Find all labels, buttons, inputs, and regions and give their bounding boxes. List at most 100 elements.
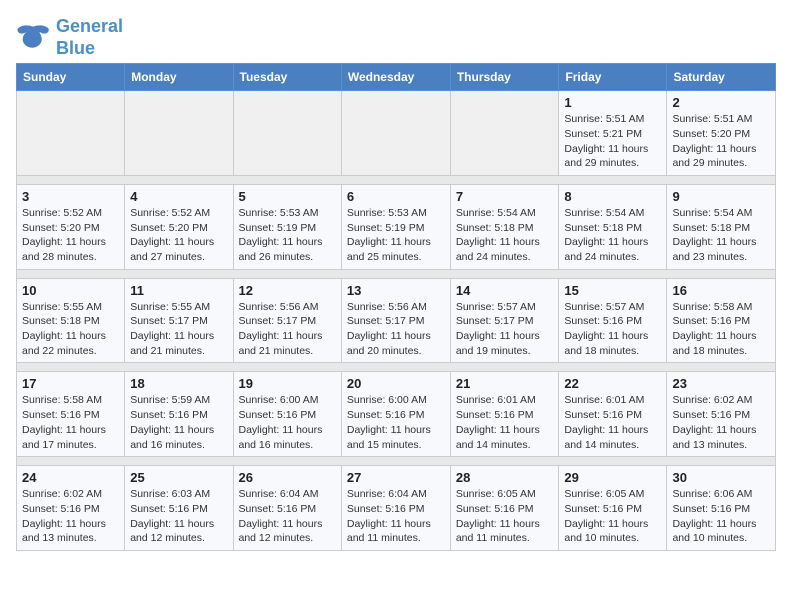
day-info: Sunrise: 6:05 AM Sunset: 5:16 PM Dayligh…	[564, 487, 661, 546]
page-header: General Blue	[16, 16, 776, 59]
day-info: Sunrise: 6:04 AM Sunset: 5:16 PM Dayligh…	[347, 487, 445, 546]
calendar-cell	[17, 91, 125, 176]
day-number: 3	[22, 189, 119, 204]
row-separator	[17, 269, 776, 278]
calendar-cell: 6 Sunrise: 5:53 AM Sunset: 5:19 PM Daylig…	[341, 184, 450, 269]
calendar-cell: 22 Sunrise: 6:01 AM Sunset: 5:16 PM Dayli…	[559, 372, 667, 457]
day-info: Sunrise: 5:57 AM Sunset: 5:16 PM Dayligh…	[564, 300, 661, 359]
calendar-cell: 26Sunrise: 6:04 AM Sunset: 5:16 PM Dayli…	[233, 466, 341, 551]
day-number: 23	[672, 376, 770, 391]
weekday-header: Wednesday	[341, 64, 450, 91]
calendar-cell: 2 Sunrise: 5:51 AM Sunset: 5:20 PM Daylig…	[667, 91, 776, 176]
calendar-cell: 25 Sunrise: 6:03 AM Sunset: 5:16 PM Dayli…	[125, 466, 233, 551]
calendar-cell: 23 Sunrise: 6:02 AM Sunset: 5:16 PM Dayli…	[667, 372, 776, 457]
day-number: 12	[239, 283, 336, 298]
calendar-cell: 4 Sunrise: 5:52 AM Sunset: 5:20 PM Daylig…	[125, 184, 233, 269]
day-info: Sunrise: 5:52 AM Sunset: 5:20 PM Dayligh…	[130, 206, 227, 265]
day-number: 11	[130, 283, 227, 298]
day-info: Sunrise: 6:00 AM Sunset: 5:16 PM Dayligh…	[239, 393, 336, 452]
calendar-week-row: 10 Sunrise: 5:55 AM Sunset: 5:18 PM Dayli…	[17, 278, 776, 363]
day-number: 22	[564, 376, 661, 391]
day-info: Sunrise: 5:53 AM Sunset: 5:19 PM Dayligh…	[239, 206, 336, 265]
day-number: 28	[456, 470, 554, 485]
day-info: Sunrise: 6:02 AM Sunset: 5:16 PM Dayligh…	[672, 393, 770, 452]
day-info: Sunrise: 5:51 AM Sunset: 5:20 PM Dayligh…	[672, 112, 770, 171]
day-info: Sunrise: 5:58 AM Sunset: 5:16 PM Dayligh…	[672, 300, 770, 359]
calendar-week-row: 17Sunrise: 5:58 AM Sunset: 5:16 PM Dayli…	[17, 372, 776, 457]
calendar-cell: 27 Sunrise: 6:04 AM Sunset: 5:16 PM Dayli…	[341, 466, 450, 551]
day-info: Sunrise: 5:52 AM Sunset: 5:20 PM Dayligh…	[22, 206, 119, 265]
calendar-cell	[450, 91, 559, 176]
day-number: 2	[672, 95, 770, 110]
day-number: 9	[672, 189, 770, 204]
day-info: Sunrise: 6:04 AM Sunset: 5:16 PM Dayligh…	[239, 487, 336, 546]
day-number: 13	[347, 283, 445, 298]
day-info: Sunrise: 6:06 AM Sunset: 5:16 PM Dayligh…	[672, 487, 770, 546]
day-info: Sunrise: 5:55 AM Sunset: 5:18 PM Dayligh…	[22, 300, 119, 359]
day-info: Sunrise: 5:55 AM Sunset: 5:17 PM Dayligh…	[130, 300, 227, 359]
day-info: Sunrise: 6:03 AM Sunset: 5:16 PM Dayligh…	[130, 487, 227, 546]
day-number: 27	[347, 470, 445, 485]
calendar-week-row: 24 Sunrise: 6:02 AM Sunset: 5:16 PM Dayli…	[17, 466, 776, 551]
day-number: 21	[456, 376, 554, 391]
day-info: Sunrise: 5:54 AM Sunset: 5:18 PM Dayligh…	[564, 206, 661, 265]
calendar-cell: 12Sunrise: 5:56 AM Sunset: 5:17 PM Dayli…	[233, 278, 341, 363]
weekday-header: Monday	[125, 64, 233, 91]
day-number: 30	[672, 470, 770, 485]
calendar-cell: 17Sunrise: 5:58 AM Sunset: 5:16 PM Dayli…	[17, 372, 125, 457]
calendar-cell: 1 Sunrise: 5:51 AM Sunset: 5:21 PM Daylig…	[559, 91, 667, 176]
day-number: 18	[130, 376, 227, 391]
day-number: 19	[239, 376, 336, 391]
day-info: Sunrise: 6:00 AM Sunset: 5:16 PM Dayligh…	[347, 393, 445, 452]
day-info: Sunrise: 5:51 AM Sunset: 5:21 PM Dayligh…	[564, 112, 661, 171]
calendar-cell: 20 Sunrise: 6:00 AM Sunset: 5:16 PM Dayli…	[341, 372, 450, 457]
calendar-cell: 8 Sunrise: 5:54 AM Sunset: 5:18 PM Daylig…	[559, 184, 667, 269]
day-number: 8	[564, 189, 661, 204]
logo: General Blue	[16, 16, 123, 59]
day-number: 4	[130, 189, 227, 204]
calendar-cell: 15 Sunrise: 5:57 AM Sunset: 5:16 PM Dayli…	[559, 278, 667, 363]
calendar-week-row: 1 Sunrise: 5:51 AM Sunset: 5:21 PM Daylig…	[17, 91, 776, 176]
calendar-cell: 10 Sunrise: 5:55 AM Sunset: 5:18 PM Dayli…	[17, 278, 125, 363]
calendar-cell: 28 Sunrise: 6:05 AM Sunset: 5:16 PM Dayli…	[450, 466, 559, 551]
weekday-header: Saturday	[667, 64, 776, 91]
day-number: 29	[564, 470, 661, 485]
day-number: 24	[22, 470, 119, 485]
day-number: 16	[672, 283, 770, 298]
day-number: 1	[564, 95, 661, 110]
day-number: 6	[347, 189, 445, 204]
calendar-cell: 5Sunrise: 5:53 AM Sunset: 5:19 PM Daylig…	[233, 184, 341, 269]
day-info: Sunrise: 6:02 AM Sunset: 5:16 PM Dayligh…	[22, 487, 119, 546]
calendar-cell	[125, 91, 233, 176]
day-number: 25	[130, 470, 227, 485]
calendar-cell: 24 Sunrise: 6:02 AM Sunset: 5:16 PM Dayli…	[17, 466, 125, 551]
day-info: Sunrise: 5:59 AM Sunset: 5:16 PM Dayligh…	[130, 393, 227, 452]
day-number: 10	[22, 283, 119, 298]
calendar-cell: 29 Sunrise: 6:05 AM Sunset: 5:16 PM Dayli…	[559, 466, 667, 551]
day-info: Sunrise: 5:54 AM Sunset: 5:18 PM Dayligh…	[456, 206, 554, 265]
calendar-cell: 9 Sunrise: 5:54 AM Sunset: 5:18 PM Daylig…	[667, 184, 776, 269]
calendar-cell: 30 Sunrise: 6:06 AM Sunset: 5:16 PM Dayli…	[667, 466, 776, 551]
calendar-cell	[341, 91, 450, 176]
day-number: 20	[347, 376, 445, 391]
day-info: Sunrise: 5:57 AM Sunset: 5:17 PM Dayligh…	[456, 300, 554, 359]
day-info: Sunrise: 6:01 AM Sunset: 5:16 PM Dayligh…	[564, 393, 661, 452]
calendar-table: SundayMondayTuesdayWednesdayThursdayFrid…	[16, 63, 776, 551]
weekday-header: Thursday	[450, 64, 559, 91]
calendar-cell: 19 Sunrise: 6:00 AM Sunset: 5:16 PM Dayli…	[233, 372, 341, 457]
calendar-cell: 13Sunrise: 5:56 AM Sunset: 5:17 PM Dayli…	[341, 278, 450, 363]
calendar-cell	[233, 91, 341, 176]
calendar-cell: 18 Sunrise: 5:59 AM Sunset: 5:16 PM Dayli…	[125, 372, 233, 457]
calendar-cell: 16 Sunrise: 5:58 AM Sunset: 5:16 PM Dayli…	[667, 278, 776, 363]
day-info: Sunrise: 5:53 AM Sunset: 5:19 PM Dayligh…	[347, 206, 445, 265]
weekday-header: Tuesday	[233, 64, 341, 91]
day-info: Sunrise: 5:54 AM Sunset: 5:18 PM Dayligh…	[672, 206, 770, 265]
day-info: Sunrise: 6:01 AM Sunset: 5:16 PM Dayligh…	[456, 393, 554, 452]
day-number: 15	[564, 283, 661, 298]
weekday-header: Sunday	[17, 64, 125, 91]
calendar-cell: 14Sunrise: 5:57 AM Sunset: 5:17 PM Dayli…	[450, 278, 559, 363]
calendar-header-row: SundayMondayTuesdayWednesdayThursdayFrid…	[17, 64, 776, 91]
day-info: Sunrise: 6:05 AM Sunset: 5:16 PM Dayligh…	[456, 487, 554, 546]
calendar-cell: 7Sunrise: 5:54 AM Sunset: 5:18 PM Daylig…	[450, 184, 559, 269]
row-separator	[17, 175, 776, 184]
